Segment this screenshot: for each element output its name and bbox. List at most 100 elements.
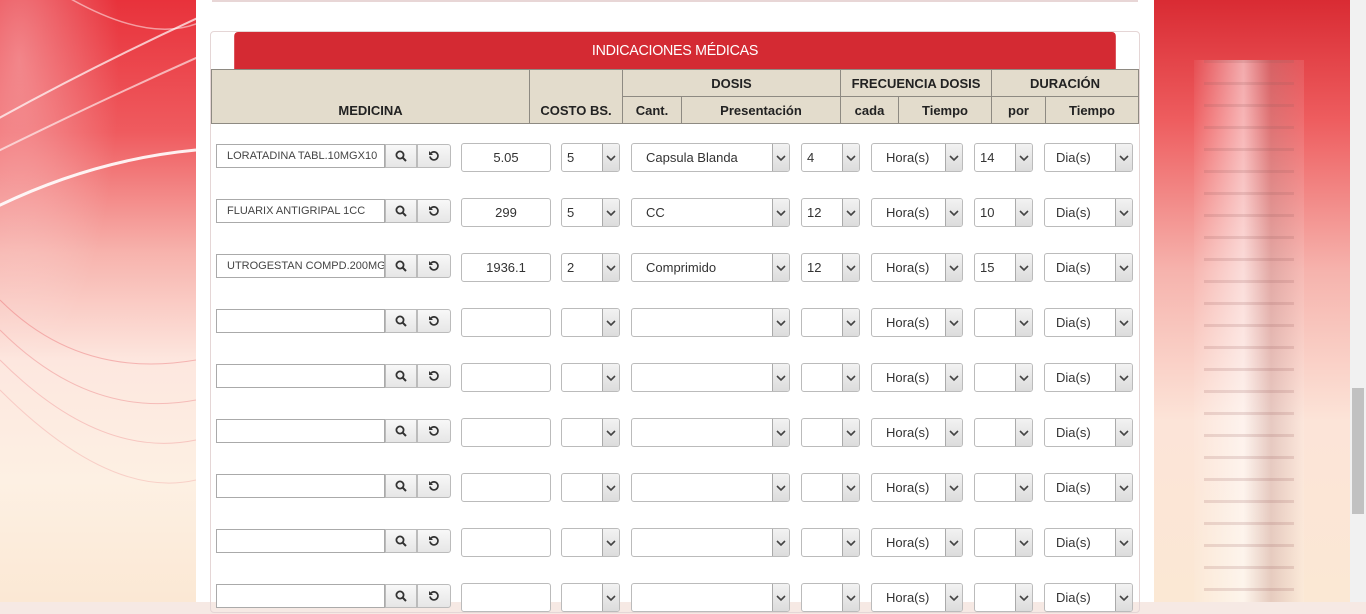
cant-select[interactable]: 5 <box>561 143 620 172</box>
reset-button[interactable] <box>417 474 451 498</box>
search-button[interactable] <box>385 584 417 608</box>
duracion-tiempo-select[interactable]: Dia(s) <box>1044 473 1133 502</box>
frecuencia-tiempo-select[interactable]: Hora(s) <box>871 253 963 282</box>
cada-select[interactable]: 12 <box>801 253 860 282</box>
medicine-input[interactable] <box>216 364 385 388</box>
por-select[interactable]: 15 <box>974 253 1033 282</box>
reset-button[interactable] <box>417 144 451 168</box>
por-select[interactable] <box>974 528 1033 557</box>
reset-button[interactable] <box>417 419 451 443</box>
reset-button[interactable] <box>417 529 451 553</box>
por-select[interactable] <box>974 363 1033 392</box>
presentacion-select[interactable] <box>631 308 790 337</box>
search-button[interactable] <box>385 364 417 388</box>
chevron-down-icon <box>846 209 856 216</box>
por-select[interactable] <box>974 583 1033 612</box>
cost-input[interactable] <box>461 583 551 612</box>
chevron-down-icon <box>1019 264 1029 271</box>
duracion-tiempo-select[interactable]: Dia(s) <box>1044 253 1133 282</box>
presentacion-select[interactable]: Comprimido <box>631 253 790 282</box>
search-button[interactable] <box>385 309 417 333</box>
por-select[interactable] <box>974 308 1033 337</box>
por-select[interactable] <box>974 418 1033 447</box>
search-button[interactable] <box>385 144 417 168</box>
search-button[interactable] <box>385 199 417 223</box>
cant-select[interactable] <box>561 528 620 557</box>
search-button[interactable] <box>385 419 417 443</box>
medicine-input[interactable] <box>216 474 385 498</box>
duracion-tiempo-select[interactable]: Dia(s) <box>1044 418 1133 447</box>
cost-input[interactable]: 299 <box>461 198 551 227</box>
presentacion-select[interactable] <box>631 418 790 447</box>
frecuencia-tiempo-select[interactable]: Hora(s) <box>871 473 963 502</box>
reset-button[interactable] <box>417 254 451 278</box>
reset-button[interactable] <box>417 199 451 223</box>
duracion-tiempo-select[interactable]: Dia(s) <box>1044 583 1133 612</box>
cost-input[interactable] <box>461 473 551 502</box>
cada-select[interactable] <box>801 308 860 337</box>
por-select[interactable] <box>974 473 1033 502</box>
chevron-down-icon <box>846 594 856 601</box>
cost-input[interactable] <box>461 308 551 337</box>
presentacion-select[interactable] <box>631 473 790 502</box>
cost-input[interactable] <box>461 418 551 447</box>
cost-input[interactable] <box>461 528 551 557</box>
cant-select[interactable] <box>561 583 620 612</box>
cada-select[interactable] <box>801 418 860 447</box>
medicine-input[interactable] <box>216 584 385 608</box>
presentacion-select[interactable]: Capsula Blanda <box>631 143 790 172</box>
presentacion-select[interactable] <box>631 528 790 557</box>
frecuencia-tiempo-select[interactable]: Hora(s) <box>871 363 963 392</box>
cada-select[interactable]: 12 <box>801 198 860 227</box>
reset-button[interactable] <box>417 364 451 388</box>
cant-select[interactable] <box>561 363 620 392</box>
frecuencia-tiempo-select[interactable]: Hora(s) <box>871 528 963 557</box>
reset-icon <box>429 426 439 436</box>
scrollbar-thumb[interactable] <box>1352 388 1364 514</box>
cada-select[interactable]: 4 <box>801 143 860 172</box>
frecuencia-tiempo-select[interactable]: Hora(s) <box>871 418 963 447</box>
medicine-input[interactable]: FLUARIX ANTIGRIPAL 1CC <box>216 199 385 223</box>
search-button[interactable] <box>385 474 417 498</box>
cant-select[interactable]: 5 <box>561 198 620 227</box>
frecuencia-tiempo-select[interactable]: Hora(s) <box>871 143 963 172</box>
presentacion-select[interactable] <box>631 363 790 392</box>
presentacion-select[interactable]: CC <box>631 198 790 227</box>
por-select[interactable]: 14 <box>974 143 1033 172</box>
medicine-input[interactable]: LORATADINA TABL.10MGX10 <box>216 144 385 168</box>
duracion-tiempo-select[interactable]: Dia(s) <box>1044 528 1133 557</box>
frecuencia-tiempo-select[interactable]: Hora(s) <box>871 198 963 227</box>
chevron-down-icon <box>949 539 959 546</box>
cant-select[interactable] <box>561 308 620 337</box>
search-button[interactable] <box>385 254 417 278</box>
reset-button[interactable] <box>417 584 451 608</box>
cant-select[interactable] <box>561 473 620 502</box>
cant-select[interactable]: 2 <box>561 253 620 282</box>
frecuencia-tiempo-select[interactable]: Hora(s) <box>871 583 963 612</box>
chevron-down-icon <box>1119 154 1129 161</box>
cost-input[interactable] <box>461 363 551 392</box>
duracion-tiempo-select[interactable]: Dia(s) <box>1044 308 1133 337</box>
cada-select[interactable] <box>801 363 860 392</box>
duracion-tiempo-select[interactable]: Dia(s) <box>1044 363 1133 392</box>
medicine-input[interactable] <box>216 309 385 333</box>
medicine-input[interactable] <box>216 529 385 553</box>
medication-row: LORATADINA TABL.10MGX10 5.05 5 Capsula B… <box>211 143 1139 174</box>
reset-icon <box>429 261 439 271</box>
presentacion-select[interactable] <box>631 583 790 612</box>
duracion-tiempo-select[interactable]: Dia(s) <box>1044 143 1133 172</box>
cost-input[interactable]: 5.05 <box>461 143 551 172</box>
por-select[interactable]: 10 <box>974 198 1033 227</box>
cada-select[interactable] <box>801 583 860 612</box>
cant-select[interactable] <box>561 418 620 447</box>
medicine-input[interactable] <box>216 419 385 443</box>
search-button[interactable] <box>385 529 417 553</box>
duracion-tiempo-select[interactable]: Dia(s) <box>1044 198 1133 227</box>
cada-select[interactable] <box>801 528 860 557</box>
search-icon <box>395 590 407 602</box>
cada-select[interactable] <box>801 473 860 502</box>
frecuencia-tiempo-select[interactable]: Hora(s) <box>871 308 963 337</box>
medicine-input[interactable]: UTROGESTAN COMPD.200MGX <box>216 254 385 278</box>
cost-input[interactable]: 1936.1 <box>461 253 551 282</box>
reset-button[interactable] <box>417 309 451 333</box>
